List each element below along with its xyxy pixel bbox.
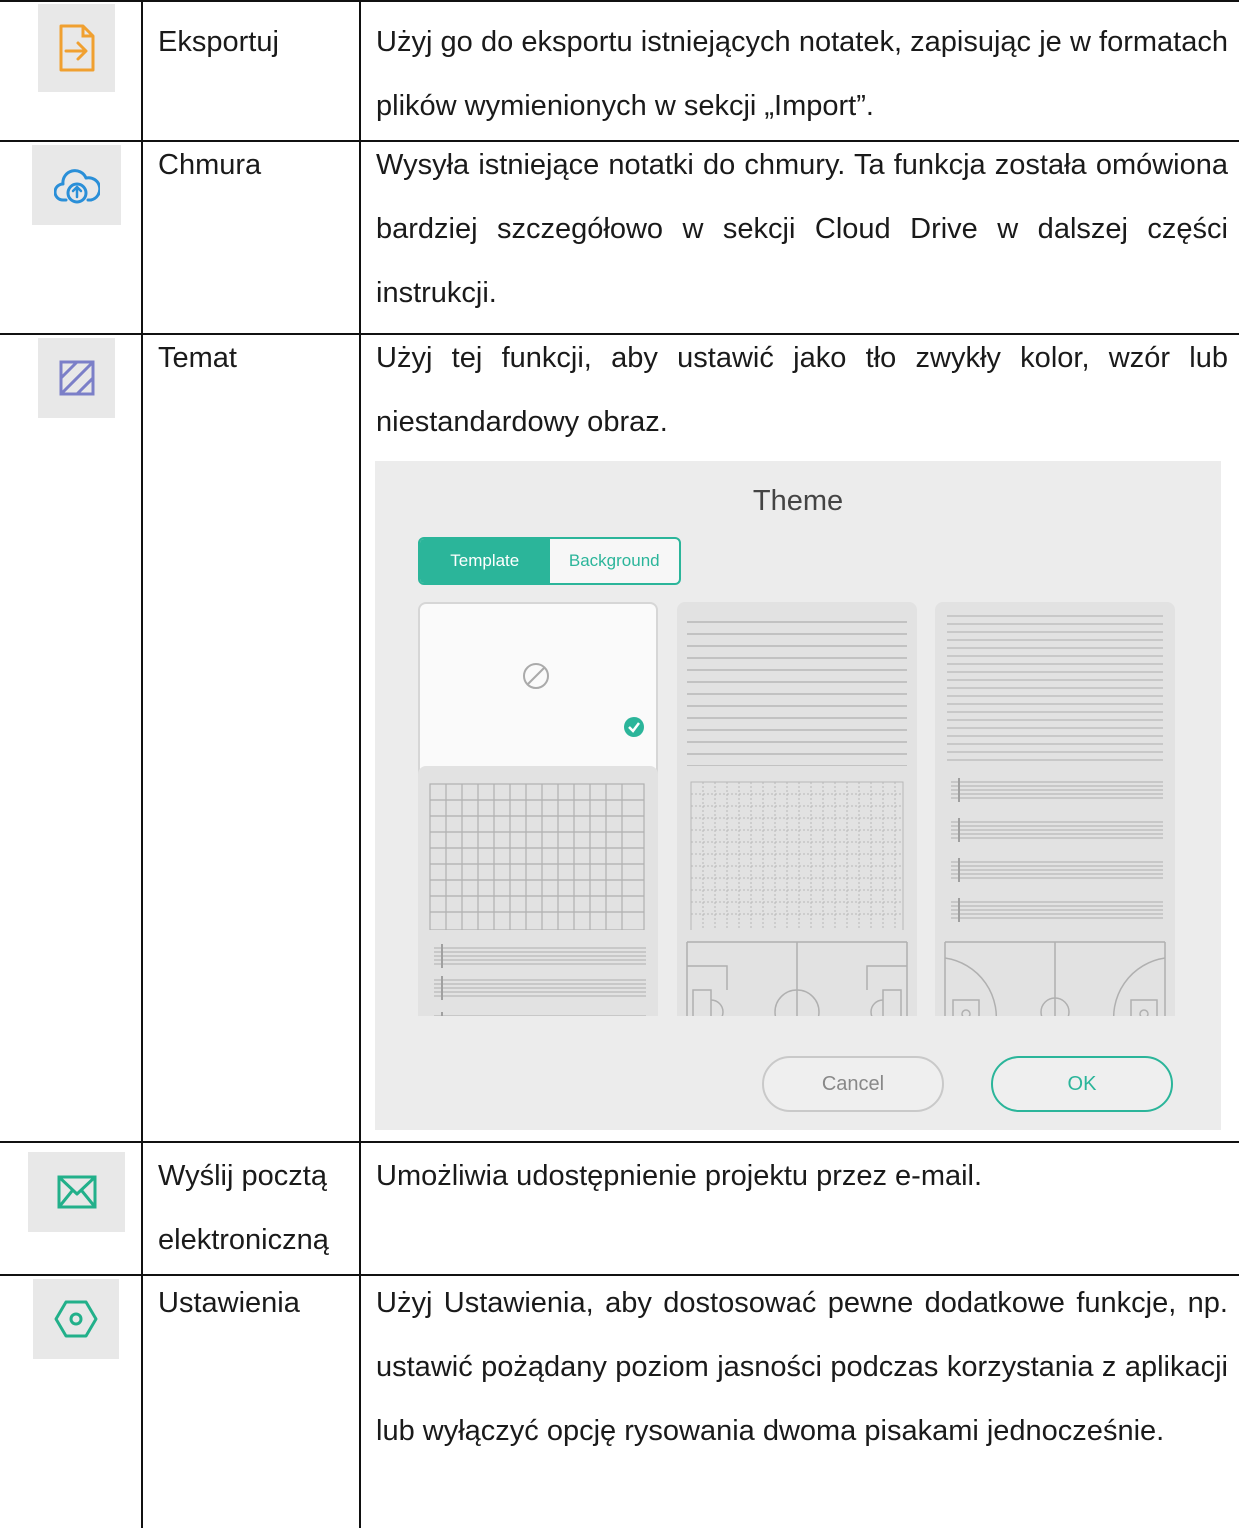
table-border bbox=[141, 0, 143, 1528]
feature-name-mail-line2: elektroniczną bbox=[158, 1224, 329, 1256]
export-icon bbox=[38, 4, 115, 92]
tab-template[interactable]: Template bbox=[420, 539, 550, 583]
mail-icon bbox=[28, 1152, 125, 1232]
template-tile-staff-wide[interactable] bbox=[418, 930, 658, 1030]
table-border bbox=[0, 0, 1239, 2]
template-tile-blank[interactable] bbox=[418, 602, 658, 784]
cancel-button[interactable]: Cancel bbox=[762, 1056, 944, 1112]
template-tile-dotted-grid[interactable] bbox=[677, 766, 917, 948]
template-tile-wide-lines[interactable] bbox=[677, 602, 917, 784]
feature-table: Eksportuj Użyj go do eksportu istniejący… bbox=[0, 0, 1239, 1528]
settings-hex-icon bbox=[33, 1279, 119, 1359]
template-tile-narrow-lines[interactable] bbox=[935, 602, 1175, 784]
theme-dialog: Theme Template Background Cancel OK bbox=[375, 461, 1221, 1130]
ok-button[interactable]: OK bbox=[991, 1056, 1173, 1112]
feature-name-cloud: Chmura bbox=[158, 149, 262, 181]
tab-background[interactable]: Background bbox=[550, 539, 680, 583]
cloud-upload-icon bbox=[32, 145, 121, 225]
feature-desc-mail: Umożliwia udostępnienie projektu przez e… bbox=[376, 1160, 983, 1192]
feature-desc-settings: Użyj Ustawienia, aby dostosować pewne do… bbox=[376, 1287, 1228, 1447]
feature-desc-cloud: Wysyła istniejące notatki do chmury. Ta … bbox=[376, 149, 1228, 309]
table-border bbox=[359, 0, 361, 1528]
list-fade bbox=[415, 1016, 1185, 1036]
theme-hatch-icon bbox=[38, 338, 115, 418]
feature-desc-theme: Użyj tej funkcji, aby ustawić jako tło z… bbox=[376, 342, 1228, 438]
feature-name-export: Eksportuj bbox=[158, 26, 279, 58]
feature-desc-export: Użyj go do eksportu istniejących notatek… bbox=[376, 26, 1228, 122]
template-tile-grid[interactable] bbox=[418, 766, 658, 948]
template-tile-music-staff[interactable] bbox=[935, 766, 1175, 948]
theme-tab-switcher: Template Background bbox=[418, 537, 681, 585]
table-border bbox=[0, 1141, 1239, 1143]
dialog-title: Theme bbox=[752, 485, 844, 517]
feature-name-theme: Temat bbox=[158, 342, 237, 374]
template-tile-football-field[interactable] bbox=[677, 930, 917, 1030]
feature-name-mail-line1: Wyślij pocztą bbox=[158, 1160, 327, 1192]
template-tile-basketball-court[interactable] bbox=[935, 930, 1175, 1030]
feature-name-settings: Ustawienia bbox=[158, 1287, 300, 1319]
